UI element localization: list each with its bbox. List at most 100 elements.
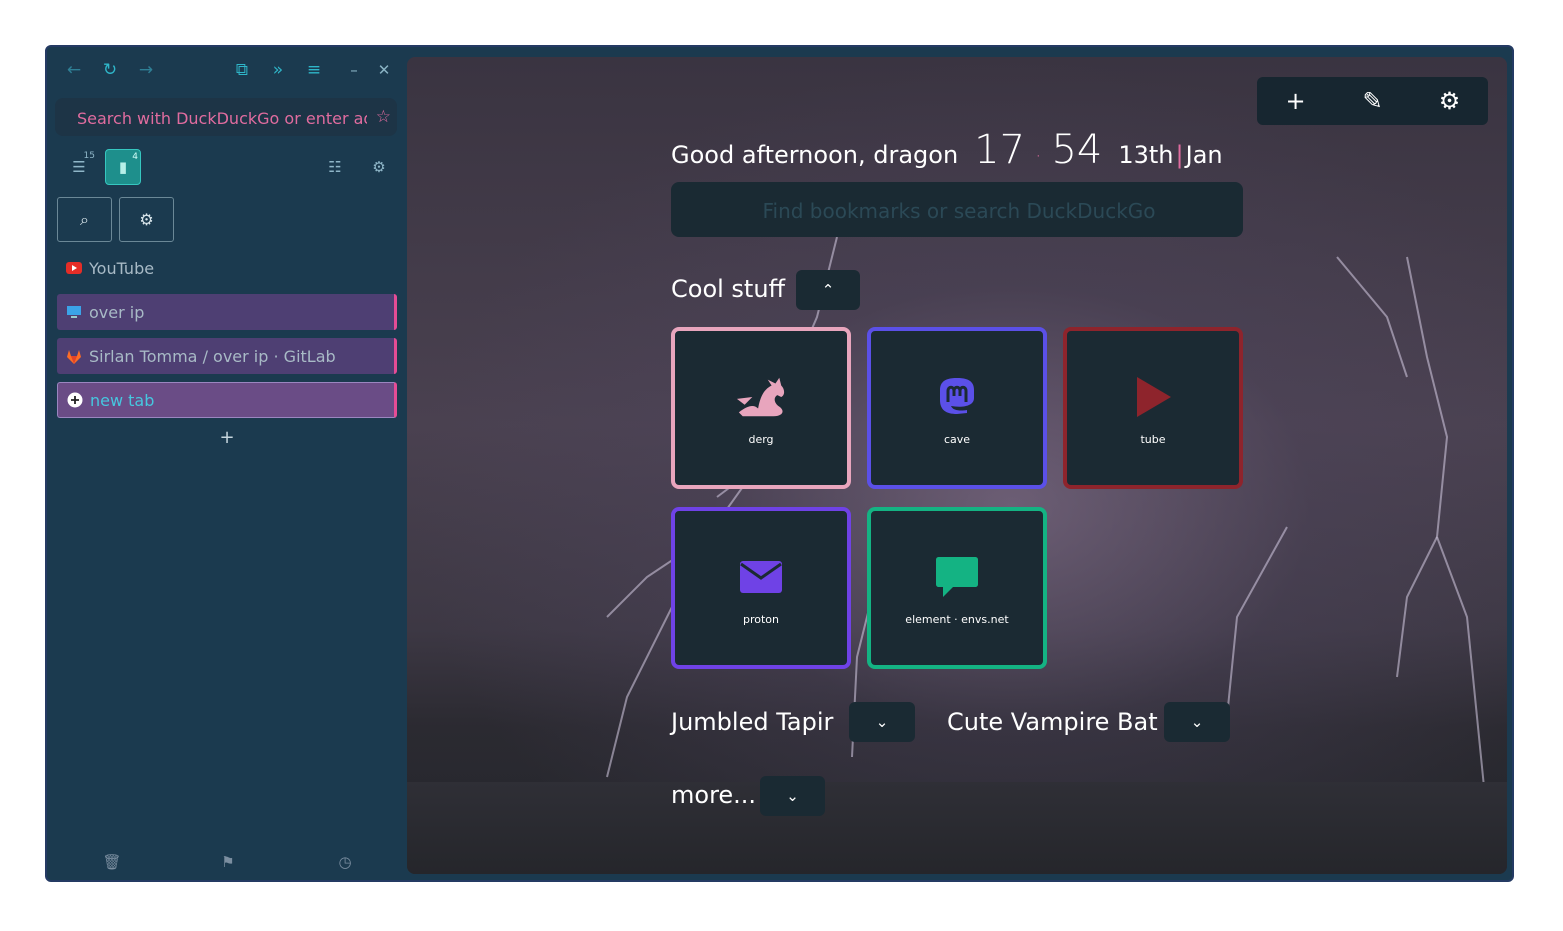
bookmark-count: 4 <box>132 152 138 162</box>
hamburger-icon: ≡ <box>306 60 322 80</box>
overflow-button[interactable]: » <box>265 57 291 83</box>
url-bar: ☆ <box>55 98 397 138</box>
gear-icon: ⚙ <box>139 210 154 229</box>
collapse-cool-stuff-button[interactable]: ⌃ <box>796 270 860 310</box>
bookmark-cave[interactable]: cave <box>867 327 1047 489</box>
add-to-list-button[interactable]: ☷ <box>317 149 353 185</box>
menu-button[interactable]: ≡ <box>301 57 327 83</box>
pinned-window-button[interactable]: ⌕ <box>57 197 112 242</box>
close-window-button[interactable]: ✕ <box>371 57 397 83</box>
reload-button[interactable]: ↻ <box>97 57 123 83</box>
bookmark-element[interactable]: element · envs.net <box>867 507 1047 669</box>
tabs-panel-button[interactable]: ☰ 15 <box>61 149 97 185</box>
bookmark-label: tube <box>1140 432 1166 446</box>
plus-icon: + <box>219 427 235 448</box>
tab-title: Sirlan Tomma / over ip · GitLab <box>89 346 336 366</box>
pinned-settings-button[interactable]: ⚙ <box>119 197 174 242</box>
tab-title: over ip <box>89 302 145 322</box>
mastodon-icon <box>931 371 983 423</box>
close-icon: ✕ <box>377 61 391 79</box>
group-title-cool-stuff: Cool stuff <box>671 275 786 303</box>
history-icon[interactable]: ◷ <box>334 853 356 875</box>
trash-icon[interactable]: 🗑 <box>101 853 123 875</box>
page-actions: + ✎ ⚙ <box>1257 77 1488 125</box>
gear-icon: ⚙ <box>1438 87 1461 115</box>
group-title-jumbled-tapir: Jumbled Tapir <box>671 708 834 736</box>
book-icon: ▮ <box>118 158 128 176</box>
pencil-icon: ✎ <box>1362 87 1383 115</box>
greeting: Good afternoon, dragon <box>671 141 959 169</box>
bookmark-tube[interactable]: tube <box>1063 327 1243 489</box>
chevron-up-icon: ⌃ <box>821 281 835 299</box>
minimize-icon: – <box>350 61 358 79</box>
sidebar: ← ↻ → ⧉ » ≡ – ✕ ☆ ☰ 15 <box>47 47 405 880</box>
url-input[interactable] <box>75 98 369 138</box>
new-tab-button[interactable]: + <box>217 427 237 448</box>
tab-title: new tab <box>90 390 155 410</box>
clock-separator: · <box>1035 144 1042 168</box>
edit-button[interactable]: ✎ <box>1334 77 1411 125</box>
bookmark-label: element · envs.net <box>905 612 1009 626</box>
group-title-cute-vampire-bat: Cute Vampire Bat <box>947 708 1158 736</box>
minimize-button[interactable]: – <box>341 57 367 83</box>
clock-hours: 17 <box>974 127 1026 173</box>
new-tab-page: + ✎ ⚙ Good afternoon, dragon 17 · 54 13th|… <box>407 57 1507 874</box>
bookmark-label: proton <box>742 612 779 626</box>
group-title-more: more... <box>671 781 757 809</box>
search-input[interactable] <box>671 182 1247 239</box>
play-icon <box>1127 371 1179 423</box>
chat-icon <box>931 551 983 603</box>
clock-minutes: 54 <box>1051 127 1103 173</box>
forward-button[interactable]: → <box>133 57 159 83</box>
tab-title: YouTube <box>89 258 155 278</box>
clock: 17 · 54 <box>974 127 1102 173</box>
envelope-icon <box>735 551 787 603</box>
window-search-icon: ⌕ <box>80 209 89 229</box>
panel-switcher: ☰ 15 ▮ 4 ☷ ⚙ <box>47 149 405 187</box>
gear-icon: ⚙ <box>372 158 386 176</box>
chevrons-right-icon: » <box>272 60 284 80</box>
bookmark-proton[interactable]: proton <box>671 507 851 669</box>
youtube-icon <box>66 260 82 276</box>
bookmark-label: derg <box>748 432 774 446</box>
plus-icon: + <box>1285 87 1306 115</box>
chevron-down-icon: ⌄ <box>786 787 799 805</box>
chevron-down-icon: ⌄ <box>875 713 889 731</box>
tab-over-ip[interactable]: over ip <box>57 294 397 330</box>
sea-background <box>407 782 1507 874</box>
extensions-button[interactable]: ⧉ <box>229 57 255 83</box>
tab-count: 15 <box>83 151 95 161</box>
tab-gitlab[interactable]: Sirlan Tomma / over ip · GitLab <box>57 338 397 374</box>
chevron-down-icon: ⌄ <box>1190 713 1204 731</box>
date: 13th|Jan <box>1118 141 1222 169</box>
star-icon[interactable]: ☆ <box>376 107 391 127</box>
date-month: Jan <box>1185 141 1223 169</box>
back-button[interactable]: ← <box>61 57 87 83</box>
date-day: 13th <box>1118 141 1174 169</box>
toolbar: ← ↻ → ⧉ » ≡ – ✕ <box>47 57 405 87</box>
plus-circle-icon <box>67 392 83 408</box>
expand-more-button[interactable]: ⌄ <box>760 776 825 816</box>
list-add-icon: ☷ <box>328 158 342 176</box>
monitor-icon <box>66 304 82 320</box>
date-separator: | <box>1175 141 1184 169</box>
bookmark-derg[interactable]: derg <box>671 327 851 489</box>
browser-window: ← ↻ → ⧉ » ≡ – ✕ ☆ ☰ 15 <box>45 45 1514 882</box>
sidebar-settings-button[interactable]: ⚙ <box>361 149 397 185</box>
dragon-icon <box>735 371 787 423</box>
gitlab-icon <box>66 348 82 364</box>
bookmark-icon[interactable]: ⚑ <box>217 853 239 875</box>
bookmark-label: cave <box>943 432 971 446</box>
bookmark-search <box>671 182 1247 239</box>
settings-button[interactable]: ⚙ <box>1411 77 1488 125</box>
reload-icon: ↻ <box>102 60 118 80</box>
tab-new-tab[interactable]: new tab <box>57 382 397 418</box>
puzzle-icon: ⧉ <box>235 60 249 80</box>
add-bookmark-button[interactable]: + <box>1257 77 1334 125</box>
expand-cute-vampire-bat-button[interactable]: ⌄ <box>1164 702 1230 742</box>
bookmarks-panel-button[interactable]: ▮ 4 <box>105 149 141 185</box>
tab-youtube[interactable]: YouTube <box>57 250 397 286</box>
expand-jumbled-tapir-button[interactable]: ⌄ <box>849 702 915 742</box>
arrow-right-icon: → <box>138 60 154 80</box>
arrow-left-icon: ← <box>66 60 82 80</box>
